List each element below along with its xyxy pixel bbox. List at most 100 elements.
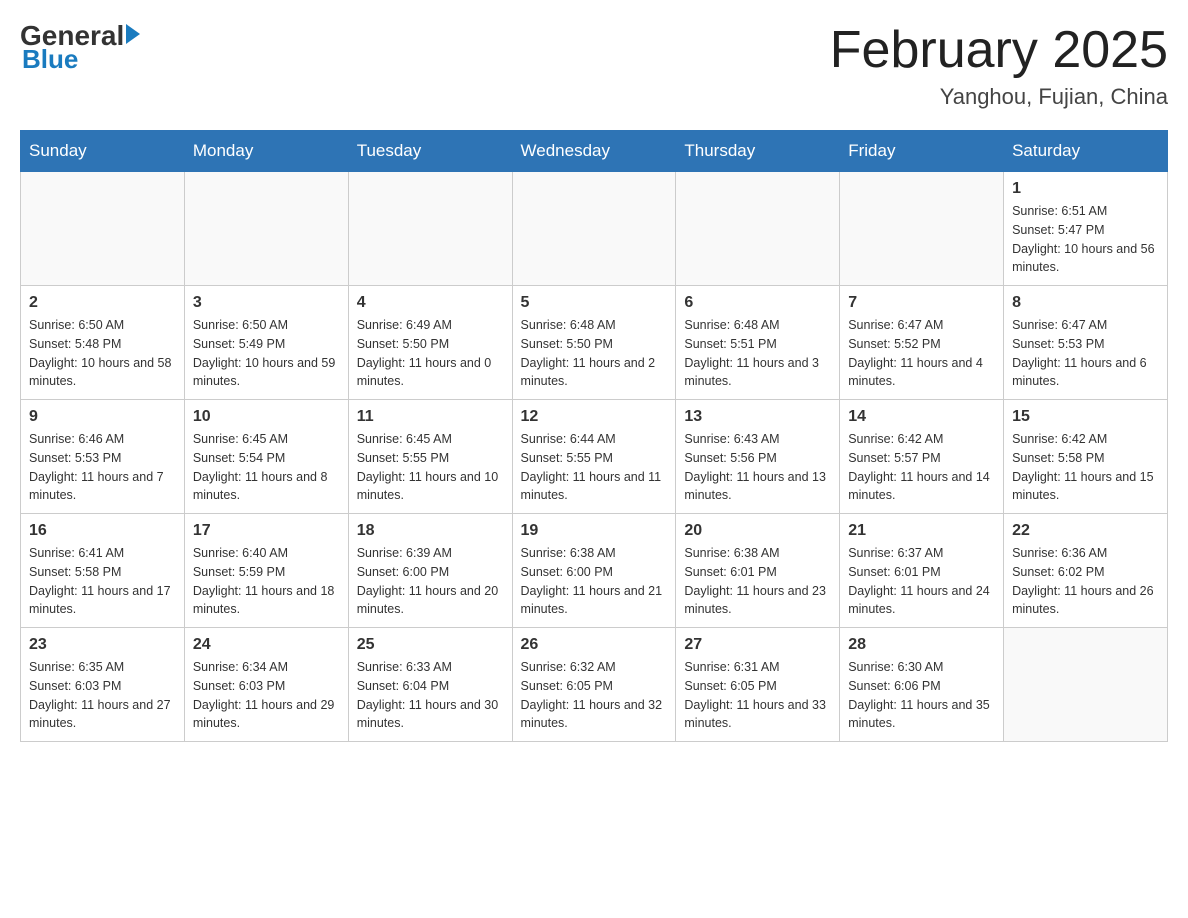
day-info: Sunrise: 6:38 AMSunset: 6:00 PMDaylight:… (521, 544, 668, 619)
day-number: 11 (357, 408, 504, 426)
day-number: 8 (1012, 294, 1159, 312)
calendar-cell: 13 Sunrise: 6:43 AMSunset: 5:56 PMDayligh… (676, 400, 840, 514)
day-info: Sunrise: 6:50 AMSunset: 5:49 PMDaylight:… (193, 316, 340, 391)
day-info: Sunrise: 6:42 AMSunset: 5:58 PMDaylight:… (1012, 430, 1159, 505)
day-number: 10 (193, 408, 340, 426)
day-number: 20 (684, 522, 831, 540)
week-row-1: 1 Sunrise: 6:51 AMSunset: 5:47 PMDaylight… (21, 172, 1168, 286)
calendar-cell: 8 Sunrise: 6:47 AMSunset: 5:53 PMDaylight… (1004, 286, 1168, 400)
day-info: Sunrise: 6:42 AMSunset: 5:57 PMDaylight:… (848, 430, 995, 505)
day-info: Sunrise: 6:37 AMSunset: 6:01 PMDaylight:… (848, 544, 995, 619)
weekday-header-monday: Monday (184, 131, 348, 172)
day-info: Sunrise: 6:40 AMSunset: 5:59 PMDaylight:… (193, 544, 340, 619)
week-row-4: 16 Sunrise: 6:41 AMSunset: 5:58 PMDayligh… (21, 514, 1168, 628)
calendar-cell: 9 Sunrise: 6:46 AMSunset: 5:53 PMDaylight… (21, 400, 185, 514)
calendar-cell: 17 Sunrise: 6:40 AMSunset: 5:59 PMDayligh… (184, 514, 348, 628)
day-info: Sunrise: 6:47 AMSunset: 5:52 PMDaylight:… (848, 316, 995, 391)
week-row-5: 23Sunrise: 6:35 AMSunset: 6:03 PMDayligh… (21, 628, 1168, 742)
weekday-header-friday: Friday (840, 131, 1004, 172)
calendar-cell: 24 Sunrise: 6:34 AMSunset: 6:03 PMDayligh… (184, 628, 348, 742)
day-number: 25 (357, 636, 504, 654)
calendar-cell (676, 172, 840, 286)
calendar-cell: 4 Sunrise: 6:49 AMSunset: 5:50 PMDaylight… (348, 286, 512, 400)
day-info: Sunrise: 6:46 AMSunset: 5:53 PMDaylight:… (29, 430, 176, 505)
calendar-cell: 28 Sunrise: 6:30 AMSunset: 6:06 PMDayligh… (840, 628, 1004, 742)
calendar-cell: 23Sunrise: 6:35 AMSunset: 6:03 PMDayligh… (21, 628, 185, 742)
calendar-cell: 25 Sunrise: 6:33 AMSunset: 6:04 PMDayligh… (348, 628, 512, 742)
month-title: February 2025 (830, 20, 1168, 80)
logo: General Blue (20, 20, 140, 75)
day-info: Sunrise: 6:33 AMSunset: 6:04 PMDaylight:… (357, 658, 504, 733)
day-info: Sunrise: 6:47 AMSunset: 5:53 PMDaylight:… (1012, 316, 1159, 391)
day-info: Sunrise: 6:30 AMSunset: 6:06 PMDaylight:… (848, 658, 995, 733)
weekday-header-wednesday: Wednesday (512, 131, 676, 172)
day-number: 1 (1012, 180, 1159, 198)
day-info: Sunrise: 6:34 AMSunset: 6:03 PMDaylight:… (193, 658, 340, 733)
page-header: General Blue February 2025 Yanghou, Fuji… (20, 20, 1168, 110)
day-number: 28 (848, 636, 995, 654)
calendar-cell (21, 172, 185, 286)
calendar-cell: 26Sunrise: 6:32 AMSunset: 6:05 PMDayligh… (512, 628, 676, 742)
day-number: 21 (848, 522, 995, 540)
day-number: 23 (29, 636, 176, 654)
day-info: Sunrise: 6:36 AMSunset: 6:02 PMDaylight:… (1012, 544, 1159, 619)
calendar-cell: 22 Sunrise: 6:36 AMSunset: 6:02 PMDayligh… (1004, 514, 1168, 628)
day-number: 15 (1012, 408, 1159, 426)
calendar-cell: 6 Sunrise: 6:48 AMSunset: 5:51 PMDaylight… (676, 286, 840, 400)
day-number: 14 (848, 408, 995, 426)
day-info: Sunrise: 6:48 AMSunset: 5:50 PMDaylight:… (521, 316, 668, 391)
day-number: 17 (193, 522, 340, 540)
calendar-cell: 1 Sunrise: 6:51 AMSunset: 5:47 PMDaylight… (1004, 172, 1168, 286)
day-info: Sunrise: 6:41 AMSunset: 5:58 PMDaylight:… (29, 544, 176, 619)
day-info: Sunrise: 6:38 AMSunset: 6:01 PMDaylight:… (684, 544, 831, 619)
title-section: February 2025 Yanghou, Fujian, China (830, 20, 1168, 110)
day-info: Sunrise: 6:49 AMSunset: 5:50 PMDaylight:… (357, 316, 504, 391)
calendar-cell: 20 Sunrise: 6:38 AMSunset: 6:01 PMDayligh… (676, 514, 840, 628)
calendar-cell: 5Sunrise: 6:48 AMSunset: 5:50 PMDaylight… (512, 286, 676, 400)
day-number: 19 (521, 522, 668, 540)
calendar-table: SundayMondayTuesdayWednesdayThursdayFrid… (20, 130, 1168, 742)
day-info: Sunrise: 6:31 AMSunset: 6:05 PMDaylight:… (684, 658, 831, 733)
calendar-cell: 3Sunrise: 6:50 AMSunset: 5:49 PMDaylight… (184, 286, 348, 400)
day-number: 7 (848, 294, 995, 312)
calendar-cell: 16 Sunrise: 6:41 AMSunset: 5:58 PMDayligh… (21, 514, 185, 628)
weekday-header-thursday: Thursday (676, 131, 840, 172)
calendar-cell: 14 Sunrise: 6:42 AMSunset: 5:57 PMDayligh… (840, 400, 1004, 514)
day-number: 13 (684, 408, 831, 426)
day-info: Sunrise: 6:50 AMSunset: 5:48 PMDaylight:… (29, 316, 176, 391)
calendar-cell (1004, 628, 1168, 742)
calendar-cell (512, 172, 676, 286)
calendar-cell: 15 Sunrise: 6:42 AMSunset: 5:58 PMDayligh… (1004, 400, 1168, 514)
calendar-cell (840, 172, 1004, 286)
calendar-cell: 7 Sunrise: 6:47 AMSunset: 5:52 PMDaylight… (840, 286, 1004, 400)
calendar-cell: 19 Sunrise: 6:38 AMSunset: 6:00 PMDayligh… (512, 514, 676, 628)
day-info: Sunrise: 6:45 AMSunset: 5:55 PMDaylight:… (357, 430, 504, 505)
calendar-cell: 11 Sunrise: 6:45 AMSunset: 5:55 PMDayligh… (348, 400, 512, 514)
day-info: Sunrise: 6:44 AMSunset: 5:55 PMDaylight:… (521, 430, 668, 505)
calendar-cell: 10Sunrise: 6:45 AMSunset: 5:54 PMDayligh… (184, 400, 348, 514)
day-number: 6 (684, 294, 831, 312)
calendar-cell: 12 Sunrise: 6:44 AMSunset: 5:55 PMDayligh… (512, 400, 676, 514)
day-number: 26 (521, 636, 668, 654)
location-title: Yanghou, Fujian, China (830, 84, 1168, 110)
day-number: 27 (684, 636, 831, 654)
weekday-header-row: SundayMondayTuesdayWednesdayThursdayFrid… (21, 131, 1168, 172)
day-number: 9 (29, 408, 176, 426)
day-info: Sunrise: 6:39 AMSunset: 6:00 PMDaylight:… (357, 544, 504, 619)
day-number: 24 (193, 636, 340, 654)
day-number: 12 (521, 408, 668, 426)
week-row-3: 9 Sunrise: 6:46 AMSunset: 5:53 PMDaylight… (21, 400, 1168, 514)
weekday-header-tuesday: Tuesday (348, 131, 512, 172)
day-info: Sunrise: 6:51 AMSunset: 5:47 PMDaylight:… (1012, 202, 1159, 277)
day-info: Sunrise: 6:43 AMSunset: 5:56 PMDaylight:… (684, 430, 831, 505)
weekday-header-sunday: Sunday (21, 131, 185, 172)
day-number: 22 (1012, 522, 1159, 540)
calendar-cell: 18Sunrise: 6:39 AMSunset: 6:00 PMDayligh… (348, 514, 512, 628)
weekday-header-saturday: Saturday (1004, 131, 1168, 172)
day-info: Sunrise: 6:48 AMSunset: 5:51 PMDaylight:… (684, 316, 831, 391)
calendar-cell (348, 172, 512, 286)
calendar-cell: 27 Sunrise: 6:31 AMSunset: 6:05 PMDayligh… (676, 628, 840, 742)
day-number: 4 (357, 294, 504, 312)
day-number: 16 (29, 522, 176, 540)
logo-arrow-icon (126, 24, 140, 44)
